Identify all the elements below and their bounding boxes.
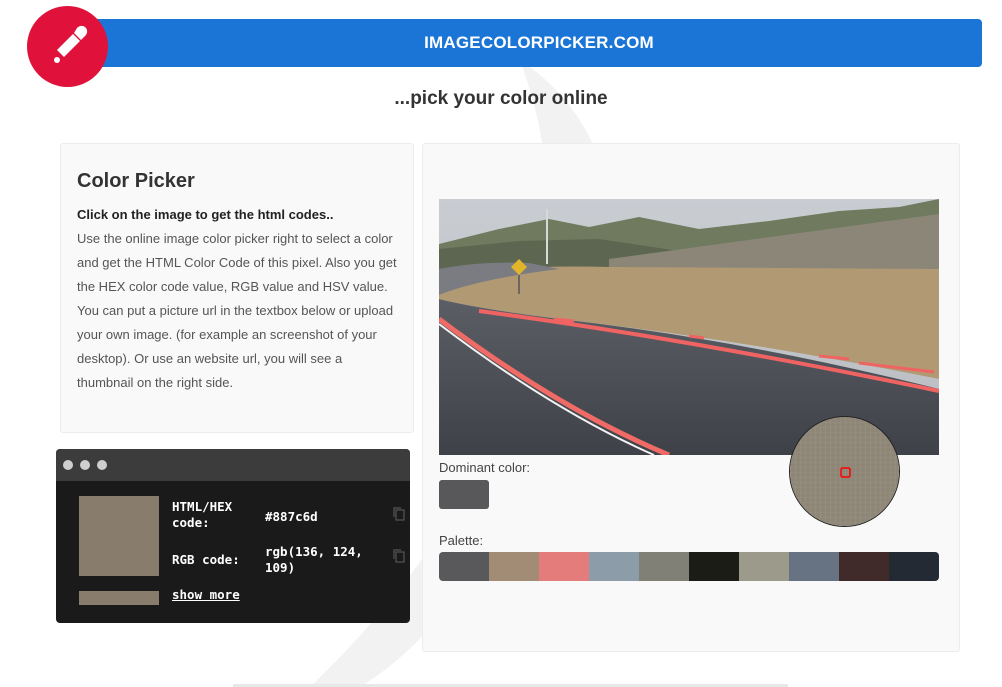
hex-value[interactable]: #887c6d <box>265 509 318 525</box>
info-title: Color Picker <box>77 170 195 192</box>
picker-image[interactable] <box>439 199 939 527</box>
rgb-value[interactable]: rgb(136, 124, 109) <box>265 544 375 576</box>
window-titlebar <box>56 449 410 481</box>
site-title[interactable]: IMAGECOLORPICKER.COM <box>400 33 654 53</box>
info-lead: Click on the image to get the html codes… <box>77 207 334 222</box>
site-logo[interactable] <box>27 6 108 87</box>
color-result-window: HTML/HEX code: #887c6d RGB code: rgb(136… <box>56 449 410 623</box>
eyedropper-icon <box>54 25 88 63</box>
copy-rgb-icon[interactable] <box>392 548 406 564</box>
road-photo[interactable] <box>439 199 939 455</box>
image-card: Dominant color: Palette: <box>422 143 960 652</box>
window-dot <box>63 460 73 470</box>
window-dot <box>97 460 107 470</box>
magnifier-lens <box>789 416 900 527</box>
palette-swatch[interactable] <box>639 552 689 581</box>
dominant-color-label: Dominant color: <box>439 460 531 475</box>
dominant-color-swatch[interactable] <box>439 480 489 509</box>
palette-swatch[interactable] <box>889 552 939 581</box>
window-body: HTML/HEX code: #887c6d RGB code: rgb(136… <box>56 481 410 623</box>
hex-label: HTML/HEX code: <box>172 499 233 530</box>
selected-color-bar <box>79 591 159 605</box>
palette-swatch[interactable] <box>839 552 889 581</box>
info-card: Color Picker Click on the image to get t… <box>60 143 414 433</box>
palette-swatch[interactable] <box>539 552 589 581</box>
info-body: Use the online image color picker right … <box>77 231 397 390</box>
selected-color-swatch <box>79 496 159 576</box>
palette-swatch[interactable] <box>589 552 639 581</box>
copy-hex-icon[interactable] <box>392 506 406 522</box>
palette-label: Palette: <box>439 533 484 548</box>
rgb-label: RGB code: <box>172 552 240 567</box>
palette-swatch[interactable] <box>789 552 839 581</box>
tagline: ...pick your color online <box>394 88 608 109</box>
palette-swatch[interactable] <box>739 552 789 581</box>
show-more-link[interactable]: show more <box>172 587 240 603</box>
window-dot <box>80 460 90 470</box>
palette <box>439 552 939 581</box>
palette-swatch[interactable] <box>689 552 739 581</box>
palette-swatch[interactable] <box>439 552 489 581</box>
palette-swatch[interactable] <box>489 552 539 581</box>
site-header[interactable]: IMAGECOLORPICKER.COM <box>72 19 982 67</box>
